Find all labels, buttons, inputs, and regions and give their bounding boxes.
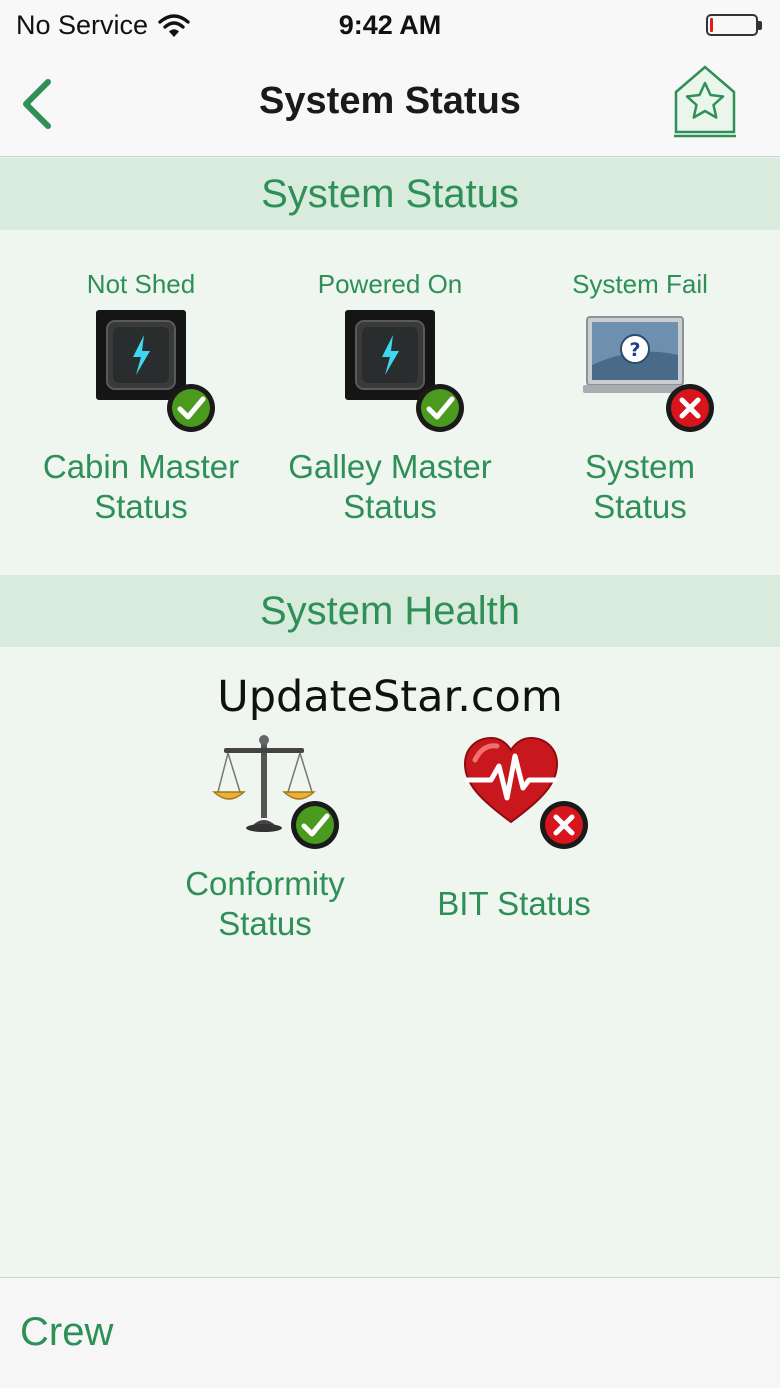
check-badge-icon — [167, 384, 215, 432]
x-badge-icon — [540, 801, 588, 849]
navigation-bar: System Status — [0, 54, 780, 157]
tile-galley-master-status[interactable]: Powered On Galley Master Status — [265, 267, 515, 527]
tile-system-status[interactable]: System Fail ? System Status — [515, 267, 765, 527]
tile-label: System Status — [584, 448, 696, 525]
page-title: System Status — [259, 80, 521, 122]
svg-text:?: ? — [629, 339, 640, 361]
section-header-system-health: System Health — [0, 575, 780, 647]
status-bar: No Service 9:42 AM — [0, 0, 780, 54]
tile-state: Powered On — [317, 269, 463, 299]
tile-label: BIT Status — [437, 885, 591, 922]
tile-cabin-master-status[interactable]: Not Shed Cabin Master Status — [16, 267, 266, 527]
battery-icon — [706, 14, 762, 36]
tile-label: Cabin Master Status — [42, 448, 240, 525]
check-badge-icon — [291, 801, 339, 849]
tile-conformity-status[interactable]: Conformity Status — [140, 722, 390, 944]
tile-state: Not Shed — [86, 269, 196, 299]
tile-bit-status[interactable]: BIT Status — [389, 722, 639, 924]
battery-level — [710, 18, 713, 32]
tile-state: System Fail — [572, 269, 708, 299]
section-header-system-status: System Status — [0, 158, 780, 230]
tile-label: Conformity Status — [185, 865, 345, 942]
crew-tab[interactable]: Crew — [20, 1310, 113, 1355]
check-badge-icon — [416, 384, 464, 432]
x-badge-icon — [666, 384, 714, 432]
tile-label: Galley Master Status — [288, 448, 492, 525]
clock: 9:42 AM — [338, 10, 442, 40]
star-icon[interactable] — [672, 64, 738, 140]
bottom-tab-bar: Crew — [0, 1277, 780, 1388]
watermark-text: UpdateStar.com — [217, 672, 563, 722]
